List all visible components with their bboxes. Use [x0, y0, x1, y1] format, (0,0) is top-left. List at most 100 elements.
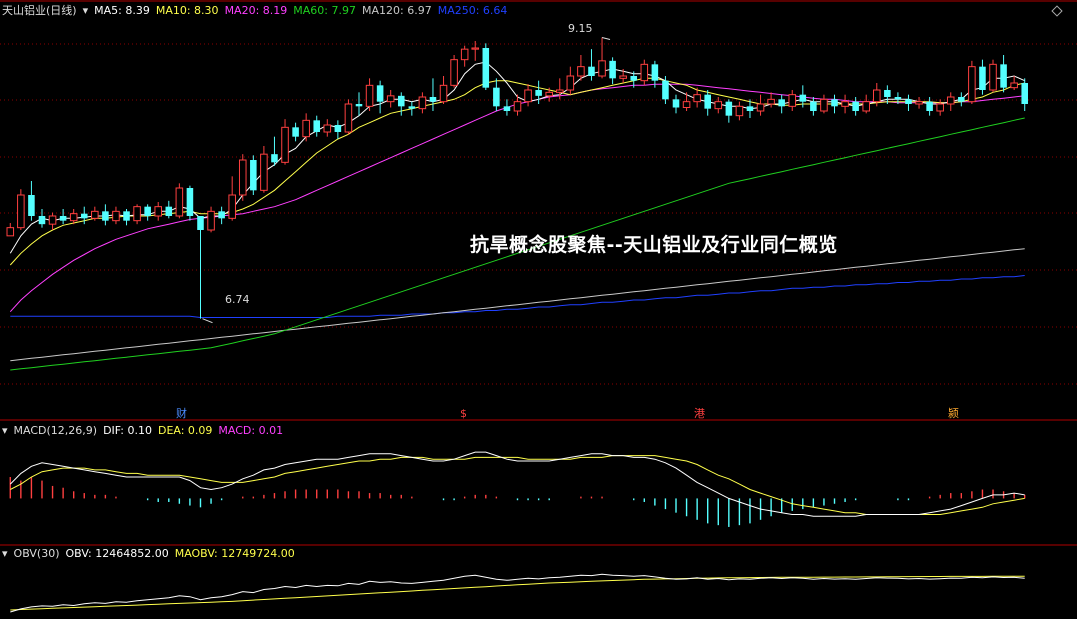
low-arrow — [202, 318, 213, 324]
candle-body-up — [577, 66, 585, 77]
candle-body-up — [767, 98, 775, 105]
candle-body-up — [133, 206, 141, 222]
candle-body-down — [197, 216, 204, 230]
event-marker-dollar[interactable]: $ — [460, 407, 467, 420]
ma250-line — [10, 275, 1025, 318]
event-marker-hk[interactable]: 港 — [694, 407, 705, 420]
candle-body-up — [91, 210, 99, 219]
candle-body-down — [102, 211, 109, 221]
stock-title[interactable]: 天山铝业(日线) — [2, 4, 77, 18]
candle-body-up — [418, 96, 427, 110]
chart-canvas — [0, 0, 1077, 613]
candle-body-down — [810, 101, 817, 111]
candle-body-up — [693, 94, 701, 103]
candle-body-down — [376, 85, 384, 102]
candle-body-down — [80, 213, 88, 219]
dea-label: DEA: 0.09 — [157, 424, 213, 437]
candle-body-up — [989, 63, 997, 91]
candle-body-down — [979, 66, 986, 90]
candle-body-down — [355, 104, 363, 107]
maobv-label: MAOBV: 12749724.00 — [174, 547, 295, 560]
obv-name[interactable]: OBV(30) — [14, 547, 60, 561]
candle-body-up — [386, 95, 395, 103]
chevron-down-icon[interactable]: ▾ — [2, 424, 8, 438]
macd-value-label: MACD: 0.01 — [218, 424, 284, 437]
candle-body-up — [471, 47, 480, 50]
candle-body-up — [936, 103, 944, 112]
candle-body-up — [323, 124, 332, 133]
ma10-label: MA10: 8.30 — [155, 4, 219, 17]
ma250-label: MA250: 6.64 — [437, 4, 508, 17]
candle-body-down — [884, 90, 891, 97]
candle-body-up — [6, 227, 15, 237]
candle-body-down — [292, 127, 299, 137]
low-price-annotation: 6.74 — [225, 293, 250, 306]
candle-body-down — [503, 106, 511, 111]
high-arrow — [601, 37, 611, 40]
article-banner-title: 抗旱概念股聚焦--天山铝业及行业同仁概览 — [470, 234, 838, 256]
candle-body-down — [672, 99, 680, 108]
candle-body-up — [619, 75, 627, 79]
candle-body-down — [894, 97, 902, 100]
candle-body-up — [682, 101, 691, 108]
candle-body-up — [714, 101, 723, 110]
candle-body-up — [439, 84, 448, 103]
ma20-label: MA20: 8.19 — [224, 4, 288, 17]
candle-body-down — [651, 64, 659, 81]
candle-body-up — [154, 206, 162, 217]
ma5-line — [9, 61, 1025, 254]
candle-body-up — [365, 84, 374, 107]
candle-body-up — [862, 101, 870, 112]
candle-body-down — [588, 66, 595, 76]
candle-body-down — [630, 76, 638, 81]
candle-body-up — [513, 101, 522, 112]
candle-body-down — [144, 206, 151, 216]
candle-body-up — [946, 96, 955, 105]
candle-body-up — [450, 59, 458, 86]
candle-body-down — [38, 216, 46, 225]
candle-body-up — [566, 75, 575, 91]
candle-body-down — [535, 90, 542, 96]
price-panel-header: 天山铝业(日线) ▾ MA5: 8.39 MA10: 8.30 MA20: 8.… — [2, 4, 513, 18]
high-price-annotation: 9.15 — [568, 22, 593, 35]
candle-body-down — [831, 99, 838, 107]
event-marker-ying[interactable]: 颍 — [948, 407, 959, 420]
candle-body-down — [408, 106, 416, 109]
candle-body-down — [778, 99, 785, 107]
ma120-label: MA120: 6.97 — [362, 4, 432, 17]
candle-body-down — [1021, 83, 1028, 104]
macd-dea-line — [10, 455, 1025, 515]
chevron-down-icon[interactable]: ▾ — [83, 4, 89, 18]
candle-body-down — [271, 154, 278, 163]
candle-body-up — [260, 153, 268, 191]
candle-body-up — [302, 119, 310, 138]
candle-body-down — [334, 125, 342, 132]
obv-label: OBV: 12464852.00 — [65, 547, 169, 560]
candle-body-up — [207, 210, 215, 231]
candle-body-down — [28, 195, 35, 216]
candle-body-down — [905, 99, 912, 104]
candle-body-up — [228, 194, 236, 219]
candle-body-up — [1010, 82, 1018, 89]
dif-label: DIF: 0.10 — [103, 424, 152, 437]
candle-body-up — [598, 60, 606, 77]
ma20-line — [9, 83, 1025, 313]
candle-body-up — [545, 91, 553, 97]
candle-body-up — [555, 89, 564, 93]
candle-body-down — [704, 94, 711, 109]
candle-body-down — [1000, 64, 1007, 88]
candle-body-up — [238, 159, 247, 196]
candle-body-down — [186, 188, 194, 216]
candle-body-down — [165, 206, 173, 216]
event-marker-finance[interactable]: 财 — [176, 407, 187, 420]
macd-name[interactable]: MACD(12,26,9) — [14, 424, 98, 438]
candle-body-up — [344, 103, 353, 133]
candle-body-up — [17, 194, 25, 229]
candle-body-down — [725, 101, 733, 116]
candle-body-up — [915, 101, 923, 105]
candle-body-down — [397, 95, 405, 107]
candle-body-up — [788, 94, 797, 107]
candle-body-down — [59, 216, 67, 221]
chevron-down-icon[interactable]: ▾ — [2, 547, 8, 561]
candle-body-up — [112, 210, 120, 222]
